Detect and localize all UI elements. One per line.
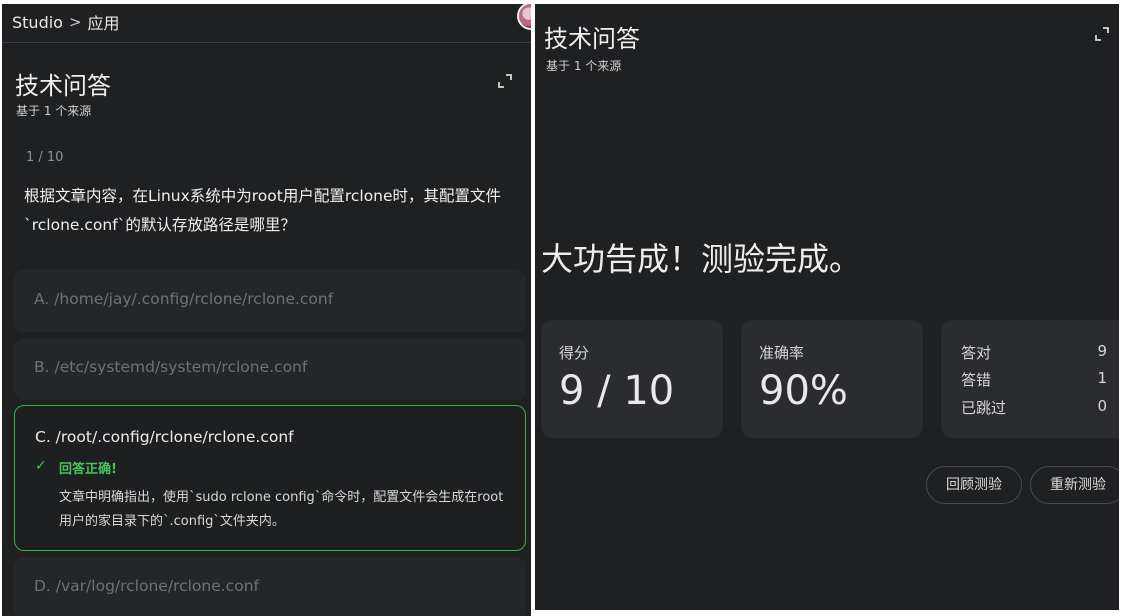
quiz-title: 技术问答 [544, 25, 640, 53]
expand-icon[interactable] [1095, 27, 1109, 41]
answer-option-b[interactable]: B. /etc/systemd/system/rclone.conf [14, 338, 526, 400]
score-card: 得分 9 / 10 [541, 320, 723, 438]
option-label: D. /var/log/rclone/rclone.conf [34, 577, 259, 595]
completion-message: 大功告成！测验完成。 [541, 240, 862, 278]
score-value: 9 / 10 [559, 368, 675, 414]
option-label: A. /home/jay/.config/rclone/rclone.conf [34, 290, 334, 308]
stat-label: 答对 [961, 344, 992, 362]
avatar[interactable] [517, 4, 531, 30]
question-progress: 1 / 10 [26, 150, 64, 165]
stat-value: 1 [1097, 369, 1107, 387]
source-count: 基于 1 个来源 [16, 104, 92, 118]
breadcrumb-separator: > [68, 13, 82, 31]
score-label: 得分 [559, 344, 590, 362]
breadcrumb: Studio > 应用 [12, 10, 120, 34]
answer-option-a[interactable]: A. /home/jay/.config/rclone/rclone.conf [14, 270, 526, 332]
accuracy-label: 准确率 [759, 344, 805, 362]
stat-skipped: 已跳过 0 [961, 397, 1107, 418]
check-icon: ✓ [35, 458, 47, 474]
correct-feedback: 回答正确! [59, 462, 117, 477]
stat-wrong: 答错 1 [961, 369, 1107, 390]
quiz-result-panel: 技术问答 基于 1 个来源 大功告成！测验完成。 得分 9 / 10 准确率 9… [535, 4, 1119, 610]
stat-label: 答错 [961, 371, 992, 389]
accuracy-card: 准确率 90% [741, 320, 923, 438]
answer-explanation: 文章中明确指出，使用`sudo rclone config`命令时，配置文件会生… [59, 490, 504, 529]
header-divider [2, 42, 531, 43]
stat-value: 9 [1097, 342, 1107, 360]
stat-label: 已跳过 [961, 399, 1007, 417]
stat-correct: 答对 9 [961, 342, 1107, 363]
breadcrumb-current[interactable]: 应用 [88, 10, 120, 34]
source-count: 基于 1 个来源 [546, 59, 622, 73]
answer-option-d[interactable]: D. /var/log/rclone/rclone.conf [14, 557, 526, 616]
retake-quiz-button[interactable]: 重新测验 [1030, 466, 1119, 504]
stats-card: 答对 9 答错 1 已跳过 0 [941, 320, 1119, 438]
accuracy-value: 90% [759, 368, 848, 414]
quiz-title: 技术问答 [15, 72, 111, 100]
option-label: B. /etc/systemd/system/rclone.conf [34, 358, 308, 376]
answer-option-c-correct[interactable]: C. /root/.config/rclone/rclone.conf ✓ 回答… [14, 405, 526, 551]
expand-icon[interactable] [498, 74, 512, 88]
review-quiz-button[interactable]: 回顾测验 [926, 466, 1022, 504]
option-label: C. /root/.config/rclone/rclone.conf [35, 428, 294, 446]
question-text: 根据文章内容，在Linux系统中为root用户配置rclone时，其配置文件`r… [24, 187, 502, 234]
breadcrumb-studio-link[interactable]: Studio [12, 13, 63, 32]
quiz-question-panel: Studio > 应用 技术问答 基于 1 个来源 1 / 10 根据文章内容，… [2, 4, 531, 616]
stat-value: 0 [1097, 397, 1107, 415]
